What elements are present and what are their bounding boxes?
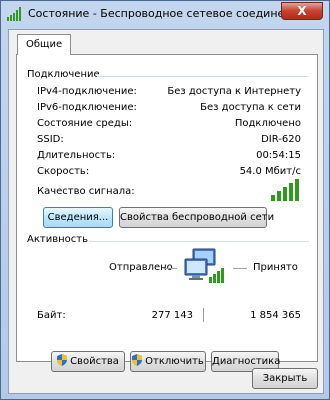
properties-button-label: Свойства (70, 356, 119, 367)
row-value: Подключено (234, 118, 301, 129)
tab-general[interactable]: Общие (17, 34, 72, 55)
row-label: Длительность: (37, 150, 116, 161)
signal-row: Качество сигнала: (37, 186, 301, 200)
row-label: IPv4-подключение: (37, 86, 137, 97)
row-label: IPv6-подключение: (37, 102, 137, 113)
disconnect-button[interactable]: Отключить (130, 351, 206, 372)
dialog-window: Состояние - Беспроводное сетевое соедине… (0, 0, 330, 400)
divider (233, 268, 247, 269)
wireless-properties-button[interactable]: Свойства беспроводной сети (119, 207, 274, 228)
disconnect-button-label: Отключить (145, 356, 204, 367)
row-label: Скорость: (37, 166, 90, 177)
row-value: Без доступа к сети (200, 102, 301, 113)
signal-label: Качество сигнала: (37, 186, 135, 197)
info-row: Скорость: 54.0 Мбит/с (37, 166, 301, 180)
network-computers-icon (184, 248, 224, 283)
properties-button[interactable]: Свойства (51, 351, 125, 372)
close-button[interactable]: Закрыть (252, 368, 318, 389)
connection-heading: Подключение (27, 69, 100, 80)
info-row: SSID: DIR-620 (37, 134, 301, 148)
row-value: Без доступа к Интернету (167, 86, 301, 97)
window-title: Состояние - Беспроводное сетевое соедине… (28, 7, 306, 20)
info-row: Состояние среды: Подключено (37, 118, 301, 132)
received-bytes-value: 1 854 365 (250, 310, 301, 321)
dialog-client: Общие Подключение IPv4-подключение: Без … (8, 29, 324, 394)
divider (163, 268, 177, 269)
tab-panel: Подключение IPv4-подключение: Без доступ… (16, 54, 318, 372)
row-value: 00:54:15 (256, 150, 301, 161)
bytes-label: Байт: (37, 310, 66, 321)
row-label: Состояние среды: (37, 118, 133, 129)
wireless-signal-icon (7, 7, 21, 21)
row-value: 54.0 Мбит/с (239, 166, 301, 177)
received-label: Принято (253, 262, 298, 273)
shield-icon (132, 354, 143, 366)
info-row: IPv6-подключение: Без доступа к сети (37, 102, 301, 116)
shield-icon (57, 354, 68, 366)
signal-strength-icon (271, 179, 299, 201)
row-value: DIR-620 (261, 134, 301, 145)
info-row: IPv4-подключение: Без доступа к Интернет… (37, 86, 301, 100)
details-button[interactable]: Сведения... (43, 207, 113, 228)
activity-heading: Активность (27, 234, 88, 245)
row-label: SSID: (37, 134, 64, 145)
divider (203, 308, 204, 322)
divider (97, 76, 309, 77)
divider (89, 241, 309, 242)
info-row: Длительность: 00:54:15 (37, 150, 301, 164)
sent-bytes-value: 277 143 (151, 310, 193, 321)
close-window-button[interactable]: X (281, 2, 323, 20)
title-bar[interactable]: Состояние - Беспроводное сетевое соедине… (1, 1, 329, 29)
